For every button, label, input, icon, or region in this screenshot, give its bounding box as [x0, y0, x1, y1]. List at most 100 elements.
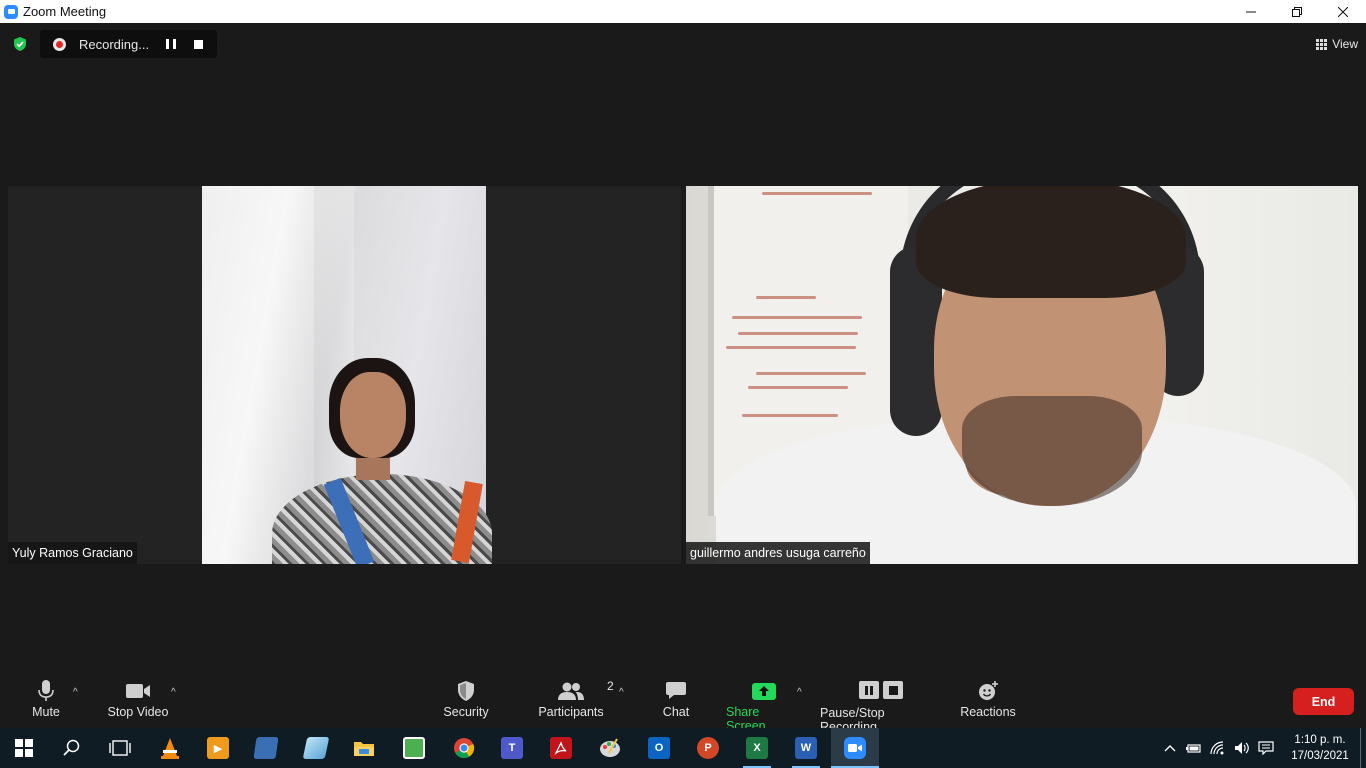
app-icon — [403, 737, 425, 759]
restore-icon — [1292, 6, 1302, 17]
recording-dot-icon — [53, 37, 66, 51]
search-icon — [63, 739, 80, 756]
taskbar-app-chrome[interactable] — [440, 728, 488, 768]
add-reaction-icon — [979, 681, 998, 700]
windows-taskbar: ▶ T O P X W 1:10 p. m. 17/03/2021 — [0, 728, 1366, 768]
encryption-shield-icon[interactable] — [12, 36, 28, 52]
taskbar-search[interactable] — [48, 728, 96, 768]
meeting-toolbar: Mute ^ Stop Video ^ Security 2 Participa… — [0, 671, 1366, 734]
stop-video-button[interactable]: Stop Video — [104, 677, 172, 719]
taskbar-app-media-player[interactable]: ▶ — [194, 728, 242, 768]
view-label: View — [1332, 37, 1358, 51]
video-options-chevron-icon[interactable]: ^ — [171, 687, 176, 698]
taskbar-app-powerpoint[interactable]: P — [684, 728, 732, 768]
reactions-label: Reactions — [960, 705, 1016, 719]
teams-icon: T — [501, 737, 523, 759]
participants-button[interactable]: 2 Participants — [538, 677, 613, 719]
taskbar-app-zoom[interactable] — [831, 728, 879, 768]
clock-time: 1:10 p. m. — [1294, 734, 1346, 746]
excel-icon: X — [746, 737, 768, 759]
restore-button[interactable] — [1274, 0, 1320, 23]
stop-video-label: Stop Video — [107, 705, 169, 719]
taskbar-app-teams[interactable]: T — [488, 728, 536, 768]
participant-video — [686, 186, 1358, 564]
window-title: Zoom Meeting — [23, 4, 107, 19]
video-tile-yuly[interactable]: Yuly Ramos Graciano — [8, 186, 681, 564]
volume-icon[interactable] — [1230, 728, 1254, 768]
taskbar-app-excel[interactable]: X — [733, 728, 781, 768]
taskbar-app[interactable] — [292, 728, 340, 768]
chat-button[interactable]: Chat — [658, 677, 694, 719]
end-meeting-button[interactable]: End — [1293, 688, 1354, 715]
pause-stop-recording-button[interactable]: Pause/Stop Recording — [820, 677, 942, 734]
window-controls — [1228, 0, 1366, 23]
participants-count: 2 — [607, 679, 614, 693]
windows-start-icon — [15, 739, 33, 757]
wifi-icon[interactable] — [1206, 728, 1230, 768]
close-icon — [1338, 6, 1348, 17]
system-tray: 1:10 p. m. 17/03/2021 — [1158, 728, 1366, 768]
participants-label: Participants — [538, 705, 604, 719]
microphone-icon — [38, 680, 54, 701]
mute-button[interactable]: Mute — [28, 677, 64, 719]
clock-date: 17/03/2021 — [1291, 750, 1349, 762]
participants-icon — [558, 682, 584, 700]
meeting-area: Recording... View Yuly Ramos Graciano gu… — [0, 23, 1366, 671]
battery-icon[interactable] — [1182, 728, 1206, 768]
powerpoint-icon: P — [697, 737, 719, 759]
taskbar-app[interactable] — [390, 728, 438, 768]
share-options-chevron-icon[interactable]: ^ — [797, 687, 802, 698]
chat-bubble-icon — [666, 682, 686, 699]
participant-name-tag: Yuly Ramos Graciano — [8, 542, 137, 564]
app-icon — [253, 737, 279, 759]
view-button[interactable]: View — [1316, 33, 1358, 55]
taskbar-app-outlook[interactable]: O — [635, 728, 683, 768]
security-shield-icon — [458, 681, 474, 701]
taskbar-app-vlc[interactable] — [146, 728, 194, 768]
task-view-icon — [109, 740, 131, 756]
mute-label: Mute — [32, 705, 60, 719]
title-bar: Zoom Meeting — [0, 0, 1366, 23]
chat-label: Chat — [662, 705, 690, 719]
notifications-icon[interactable] — [1254, 728, 1278, 768]
reactions-button[interactable]: Reactions — [960, 677, 1016, 719]
app-icon — [302, 737, 330, 759]
taskbar-app-paint[interactable] — [586, 728, 634, 768]
participants-options-chevron-icon[interactable]: ^ — [619, 687, 624, 698]
minimize-icon — [1246, 11, 1256, 12]
taskbar-app-word[interactable]: W — [782, 728, 830, 768]
pause-recording-icon[interactable] — [166, 39, 176, 49]
show-hidden-icons-chevron-icon[interactable] — [1158, 728, 1182, 768]
start-button[interactable] — [0, 728, 48, 768]
file-explorer-icon — [354, 742, 374, 756]
minimize-button[interactable] — [1228, 0, 1274, 23]
vlc-icon — [161, 738, 179, 759]
pause-icon — [859, 681, 879, 699]
share-screen-arrow-icon — [752, 682, 776, 700]
participant-name-tag: guillermo andres usuga carreño — [686, 542, 870, 564]
show-desktop-button[interactable] — [1360, 728, 1366, 768]
paint-icon — [600, 738, 620, 757]
zoom-app-icon — [4, 4, 18, 19]
stop-icon — [883, 681, 903, 699]
chrome-icon — [454, 738, 475, 759]
taskbar-app-acrobat[interactable] — [537, 728, 585, 768]
audio-options-chevron-icon[interactable]: ^ — [73, 687, 78, 698]
stop-recording-icon[interactable] — [194, 39, 203, 49]
video-camera-icon — [126, 684, 150, 698]
taskbar-app-file-explorer[interactable] — [340, 728, 388, 768]
share-screen-button[interactable]: Share Screen — [726, 677, 802, 733]
recording-label: Recording... — [79, 36, 150, 52]
video-tile-guillermo[interactable]: guillermo andres usuga carreño — [686, 186, 1358, 564]
word-icon: W — [795, 737, 817, 759]
task-view-button[interactable] — [96, 728, 144, 768]
security-button[interactable]: Security — [440, 677, 492, 719]
recording-indicator: Recording... — [40, 30, 217, 58]
grid-view-icon — [1316, 38, 1328, 50]
zoom-icon — [844, 737, 866, 759]
media-player-icon: ▶ — [207, 737, 229, 759]
outlook-icon: O — [648, 737, 670, 759]
taskbar-clock[interactable]: 1:10 p. m. 17/03/2021 — [1284, 732, 1356, 764]
taskbar-app[interactable] — [242, 728, 290, 768]
close-button[interactable] — [1320, 0, 1366, 23]
